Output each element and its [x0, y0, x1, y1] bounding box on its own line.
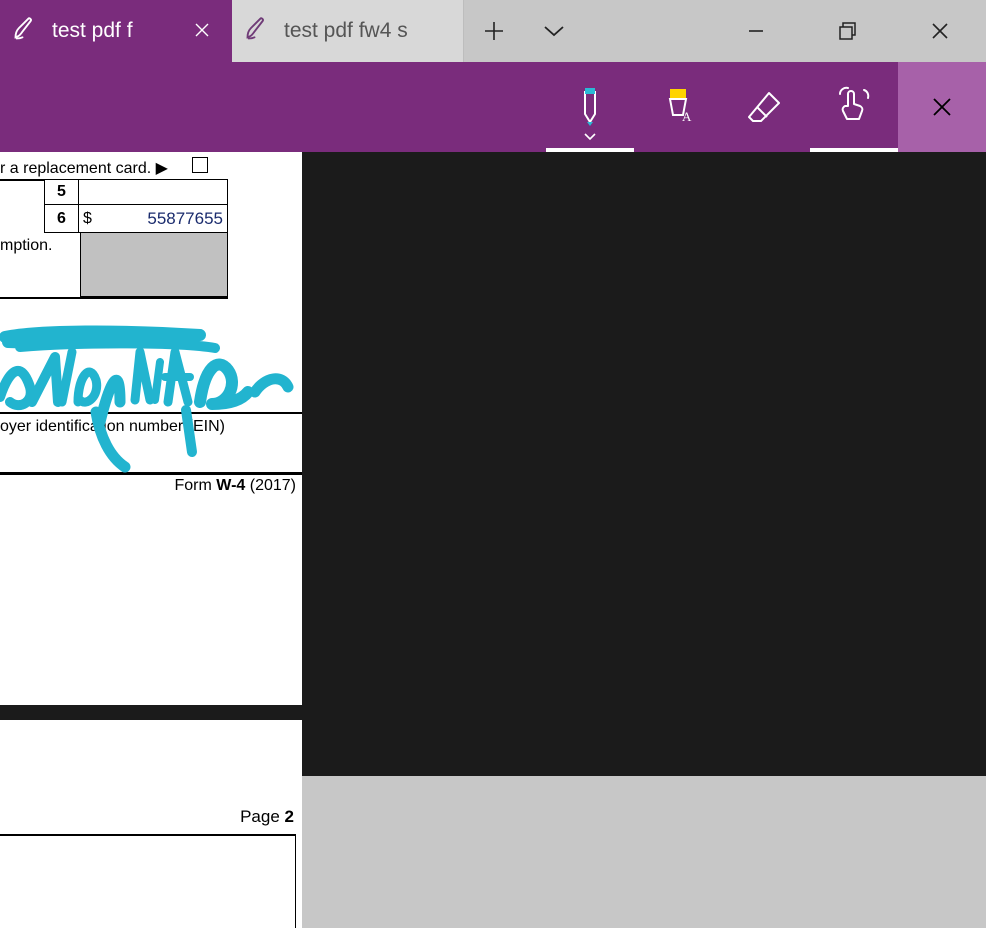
- svg-text:A: A: [682, 109, 692, 124]
- row-number: 6: [45, 205, 79, 232]
- dollar-sign: $: [79, 205, 97, 232]
- highlighter-icon: A: [660, 87, 696, 127]
- restore-button[interactable]: [802, 0, 894, 62]
- minimize-icon: [747, 22, 765, 40]
- rule: [0, 412, 302, 414]
- highlighter-tool-button[interactable]: A: [634, 62, 722, 152]
- form-label: Form W-4 (2017): [175, 477, 297, 495]
- form-footer: Form W-4 (2017): [0, 477, 302, 495]
- chevron-down-icon: [543, 24, 565, 38]
- close-window-button[interactable]: [894, 0, 986, 62]
- tab-strip: test pdf f test pdf fw4 s: [0, 0, 464, 62]
- form-text: oyer identification number (EIN): [0, 418, 225, 436]
- rule: [0, 297, 228, 299]
- pen-icon: [244, 14, 272, 48]
- pen-tool-button[interactable]: [546, 62, 634, 152]
- rule: [0, 179, 44, 181]
- tab-inactive[interactable]: test pdf fw4 s: [232, 0, 464, 62]
- eraser-tool-button[interactable]: [722, 62, 810, 152]
- row-number: 5: [45, 180, 79, 204]
- titlebar-spacer: [584, 0, 710, 62]
- close-ink-button[interactable]: [898, 62, 986, 152]
- form-text: r a replacement card. ▶: [0, 158, 168, 178]
- tab-label: test pdf f: [52, 19, 176, 43]
- pen-tool-icon: [573, 86, 607, 128]
- new-tab-button[interactable]: [464, 0, 524, 62]
- form-row-5: 5: [44, 179, 228, 205]
- rule: [0, 834, 296, 836]
- restore-icon: [838, 21, 858, 41]
- page-number: Page 2: [240, 807, 294, 827]
- pdf-viewport[interactable]: r a replacement card. ▶ 5 6 $ 55877655 m…: [0, 152, 986, 776]
- thick-rule: [0, 472, 302, 475]
- form-text: mption.: [0, 237, 52, 255]
- close-icon: [931, 22, 949, 40]
- rule: [295, 834, 297, 928]
- checkbox: [192, 157, 208, 173]
- shaded-cell: [80, 233, 228, 297]
- tab-active[interactable]: test pdf f: [0, 0, 232, 62]
- pdf-page-1: r a replacement card. ▶ 5 6 $ 55877655 m…: [0, 152, 302, 705]
- close-icon: [931, 96, 953, 118]
- pdf-page-2: Page 2: [0, 720, 302, 928]
- title-bar: test pdf f test pdf fw4 s: [0, 0, 986, 62]
- tabs-dropdown-button[interactable]: [524, 0, 584, 62]
- minimize-button[interactable]: [710, 0, 802, 62]
- pen-icon: [12, 14, 40, 48]
- plus-icon: [483, 20, 505, 42]
- eraser-icon: [747, 89, 785, 125]
- close-icon[interactable]: [188, 16, 216, 47]
- ink-toolbar: A: [0, 62, 986, 152]
- touch-writing-button[interactable]: [810, 62, 898, 152]
- chevron-down-icon: [583, 128, 597, 146]
- tab-label: test pdf fw4 s: [284, 19, 447, 43]
- touch-icon: [834, 86, 874, 124]
- form-value: 55877655: [97, 209, 227, 229]
- form-row-6: 6 $ 55877655: [44, 205, 228, 233]
